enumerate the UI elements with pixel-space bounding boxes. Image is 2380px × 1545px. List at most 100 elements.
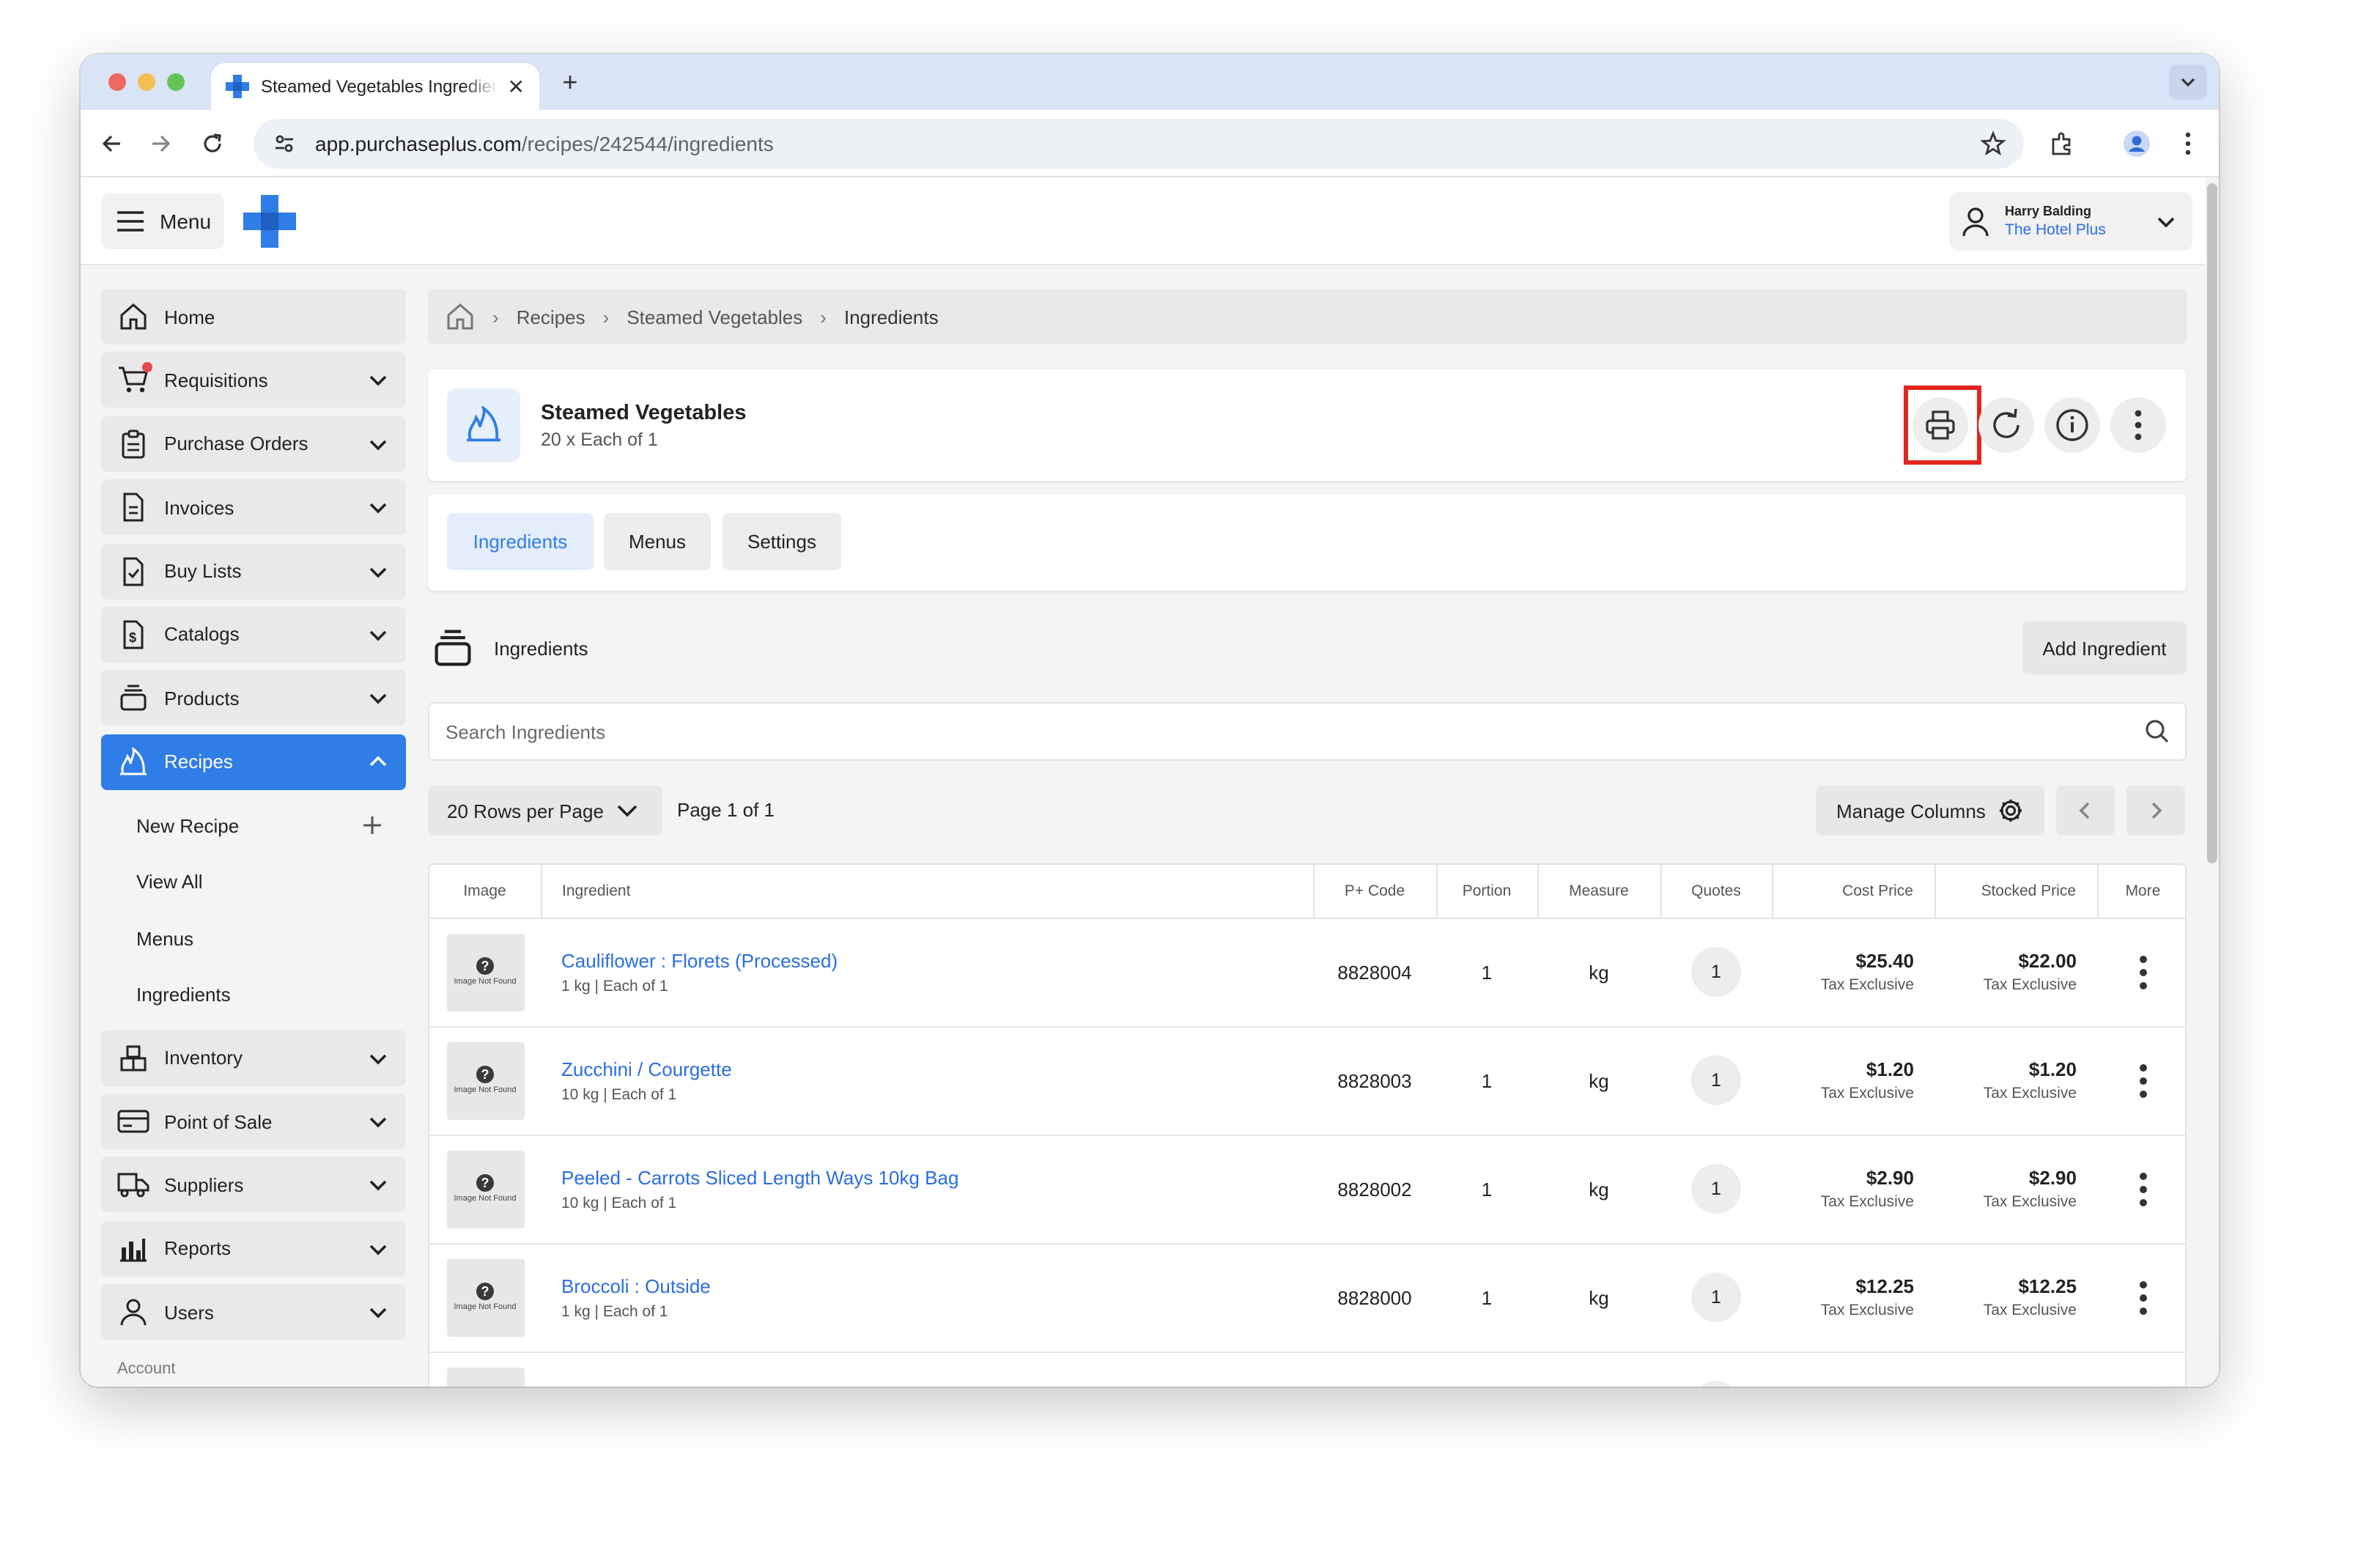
column-header[interactable]: Image [429, 865, 542, 918]
forward-icon[interactable] [145, 128, 177, 160]
row-more-icon[interactable] [2097, 955, 2185, 989]
sidebar-item-reports[interactable]: Reports [101, 1220, 406, 1277]
table-row[interactable]: ? Image Not Found Broccoli : Outside 1 k… [429, 1243, 2185, 1352]
sidebar-item-buy-lists[interactable]: Buy Lists [101, 543, 406, 600]
sidebar-subitem-new-recipe[interactable]: New Recipe [101, 797, 406, 854]
back-icon[interactable] [95, 128, 128, 160]
bar-chart-icon [117, 1233, 149, 1265]
previous-page-button[interactable] [2056, 786, 2115, 836]
image-cell: ? Image Not Found [429, 1135, 541, 1244]
sidebar-item-products[interactable]: Products [101, 670, 406, 726]
quotes-count-button[interactable]: 1 [1691, 1164, 1741, 1214]
tab-close-icon[interactable]: ✕ [508, 74, 525, 99]
row-more-icon[interactable] [2097, 1063, 2185, 1097]
table-row[interactable]: ? Image Not Found Peeled - Carrots Slice… [429, 1135, 2185, 1244]
rows-per-page-select[interactable]: 20 Rows per Page [428, 786, 662, 836]
cost-price: $1.20 [1866, 1058, 1914, 1080]
scrollbar-thumb[interactable] [2207, 183, 2217, 863]
manage-columns-label: Manage Columns [1836, 800, 1986, 822]
close-window-button[interactable] [108, 73, 126, 91]
sidebar-subitem-view-all[interactable]: View All [101, 854, 406, 910]
search-ingredients-input[interactable]: Search Ingredients [428, 702, 2187, 761]
profile-avatar-icon[interactable] [2121, 128, 2153, 160]
info-button[interactable] [2044, 397, 2100, 453]
sidebar-item-label: Products [164, 687, 240, 709]
table-row[interactable]: ? Image Not Found Cauliflower : Florets … [429, 918, 2185, 1027]
row-more-icon[interactable] [2097, 1280, 2185, 1314]
sidebar-subitem-ingredients[interactable]: Ingredients [101, 967, 406, 1023]
ingredient-link[interactable]: Peeled - Carrots Sliced Length Ways 10kg… [561, 1166, 1313, 1188]
tab-settings[interactable]: Settings [722, 513, 841, 570]
refresh-button[interactable] [1978, 397, 2034, 453]
search-placeholder: Search Ingredients [446, 720, 606, 742]
maximize-window-button[interactable] [167, 73, 185, 91]
plus-icon[interactable] [362, 816, 382, 836]
page-scrollbar[interactable] [2206, 177, 2219, 1387]
column-header[interactable]: Stocked Price [1934, 865, 2098, 918]
quotes-cell [1660, 1352, 1772, 1387]
quotes-count-button[interactable]: 1 [1691, 1272, 1741, 1322]
sidebar-item-label: Buy Lists [164, 560, 242, 583]
column-header[interactable]: Measure [1537, 865, 1661, 918]
section-title: Ingredients [494, 638, 588, 660]
truck-icon [117, 1169, 149, 1201]
measure-cell: kg [1537, 918, 1660, 1027]
extensions-icon[interactable] [2046, 128, 2078, 160]
sidebar-item-users[interactable]: Users [101, 1284, 406, 1341]
chevron-down-icon [617, 805, 638, 817]
table-row[interactable]: ? Image Not Found Dewfresh Beans : Cross… [429, 1352, 2185, 1387]
reload-icon[interactable] [196, 128, 229, 160]
breadcrumb-recipe[interactable]: Steamed Vegetables [627, 306, 802, 328]
column-header[interactable]: P+ Code [1313, 865, 1437, 918]
column-header[interactable]: Cost Price [1772, 865, 1935, 918]
browser-menu-icon[interactable] [2172, 128, 2204, 160]
sidebar-item-purchase-orders[interactable]: Purchase Orders [101, 416, 406, 472]
add-ingredient-button[interactable]: Add Ingredient [2022, 622, 2187, 674]
sidebar-item-home[interactable]: Home [101, 289, 406, 344]
tab-search-button[interactable] [2169, 64, 2207, 100]
quotes-count-button[interactable]: 1 [1691, 947, 1741, 997]
sidebar-item-inventory[interactable]: Inventory [101, 1030, 406, 1086]
chevron-down-icon [369, 376, 387, 387]
quotes-count-button[interactable] [1691, 1381, 1741, 1387]
ingredient-link[interactable]: Cauliflower : Florets (Processed) [561, 949, 1313, 971]
row-more-icon[interactable] [2097, 1172, 2185, 1206]
main-content: › Recipes › Steamed Vegetables › Ingredi… [428, 289, 2187, 1387]
site-settings-icon[interactable] [271, 132, 298, 155]
sidebar-section-account: Account [117, 1360, 176, 1379]
bookmark-star-icon[interactable] [1980, 130, 2006, 157]
ingredient-link[interactable]: Broccoli : Outside [561, 1275, 1313, 1297]
address-bar[interactable]: app.purchaseplus.com/recipes/242544/ingr… [254, 119, 2024, 169]
sidebar-item-catalogs[interactable]: $ Catalogs [101, 606, 406, 663]
sidebar-subitem-label: Menus [136, 927, 194, 950]
manage-columns-button[interactable]: Manage Columns [1816, 786, 2044, 836]
breadcrumb-separator-icon: › [820, 306, 827, 328]
sidebar-item-point-of-sale[interactable]: Point of Sale [101, 1094, 406, 1150]
breadcrumb-recipes[interactable]: Recipes [517, 306, 585, 328]
purchaseplus-logo-icon[interactable] [243, 195, 296, 248]
menu-button[interactable]: Menu [101, 193, 224, 249]
ingredient-link[interactable]: Zucchini / Courgette [561, 1058, 1313, 1080]
search-icon[interactable] [2144, 718, 2170, 745]
column-header[interactable]: Ingredient [541, 865, 1314, 918]
next-page-button[interactable] [2126, 786, 2185, 836]
sidebar-item-recipes[interactable]: Recipes [101, 734, 406, 790]
table-row[interactable]: ? Image Not Found Zucchini / Courgette 1… [429, 1026, 2185, 1135]
home-icon[interactable] [446, 302, 475, 331]
tab-ingredients[interactable]: Ingredients [447, 513, 594, 570]
tab-menus[interactable]: Menus [604, 513, 711, 570]
sidebar-item-requisitions[interactable]: Requisitions [101, 352, 406, 408]
sidebar-item-invoices[interactable]: Invoices [101, 479, 406, 536]
column-header[interactable]: Quotes [1660, 865, 1773, 918]
new-tab-button[interactable]: + [555, 67, 585, 98]
sidebar-subitem-menus[interactable]: Menus [101, 910, 406, 967]
purchaseplus-favicon-icon [226, 75, 249, 98]
browser-tab[interactable]: Steamed Vegetables Ingredients ✕ [211, 63, 539, 110]
chevron-down-icon [369, 1308, 387, 1319]
quotes-count-button[interactable]: 1 [1691, 1055, 1741, 1105]
user-switcher[interactable]: Harry Balding The Hotel Plus [1949, 192, 2192, 251]
sidebar-item-suppliers[interactable]: Suppliers [101, 1157, 406, 1213]
more-actions-button[interactable] [2110, 397, 2166, 453]
column-header[interactable]: Portion [1436, 865, 1538, 918]
minimize-window-button[interactable] [138, 73, 155, 91]
